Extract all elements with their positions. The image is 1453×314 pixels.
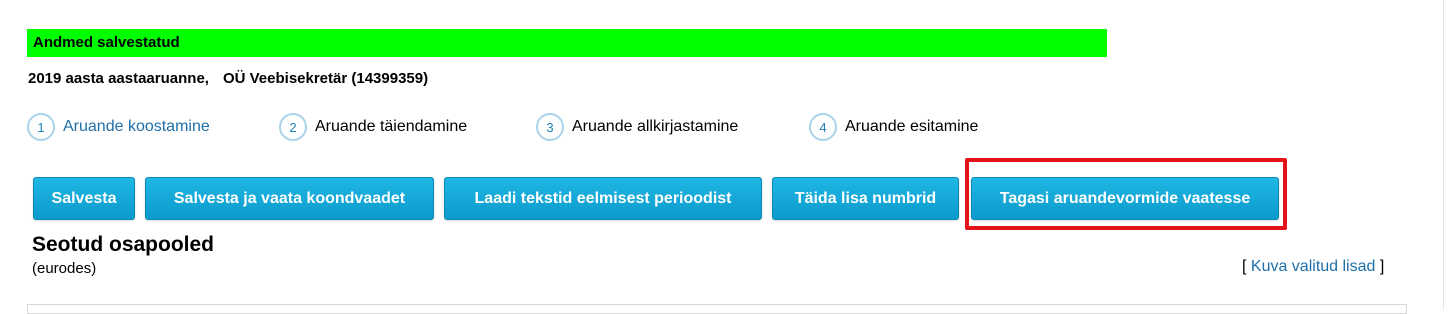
step-number-circle: 2 [279, 113, 307, 141]
section-currency-note: (eurodes) [32, 260, 97, 277]
save-status-banner: Andmed salvestatud [27, 29, 1107, 57]
step-label: Aruande esitamine [845, 118, 979, 135]
step-number-circle: 4 [809, 113, 837, 141]
step-sign: 3 Aruande allkirjastamine [536, 111, 738, 143]
step-number-circle: 3 [536, 113, 564, 141]
load-previous-texts-button[interactable]: Laadi tekstid eelmisest perioodist [444, 177, 762, 220]
step-label: Aruande allkirjastamine [572, 118, 739, 135]
fill-attachment-numbers-button[interactable]: Täida lisa numbrid [772, 177, 959, 220]
save-status-text: Andmed salvestatud [33, 34, 180, 51]
step-submit: 4 Aruande esitamine [809, 111, 978, 143]
report-year-title: 2019 aasta aastaaruanne, [28, 70, 209, 87]
company-name: OÜ Veebisekretär (14399359) [222, 70, 429, 87]
step-label: Aruande koostamine [63, 118, 210, 135]
report-heading: 2019 aasta aastaaruanne, OÜ Veebisekretär… [28, 69, 428, 89]
save-button[interactable]: Salvesta [33, 177, 135, 220]
show-selected-attachments: [ Kuva valitud lisad ] [1242, 257, 1384, 277]
section-content-box [27, 304, 1407, 314]
page-right-border [1443, 0, 1444, 309]
bracket-close: ] [1375, 258, 1385, 275]
step-label: Aruande täiendamine [315, 118, 468, 135]
section-title: Seotud osapooled [32, 233, 215, 256]
step-compose[interactable]: 1 Aruande koostamine [27, 111, 210, 143]
step-supplement: 2 Aruande täiendamine [279, 111, 467, 143]
bracket-open: [ [1242, 258, 1251, 275]
save-and-view-summary-button[interactable]: Salvesta ja vaata koondvaadet [145, 177, 434, 220]
show-selected-attachments-link[interactable]: Kuva valitud lisad [1251, 258, 1376, 275]
back-to-report-forms-button[interactable]: Tagasi aruandevormide vaatesse [971, 177, 1279, 220]
step-number-circle: 1 [27, 113, 55, 141]
